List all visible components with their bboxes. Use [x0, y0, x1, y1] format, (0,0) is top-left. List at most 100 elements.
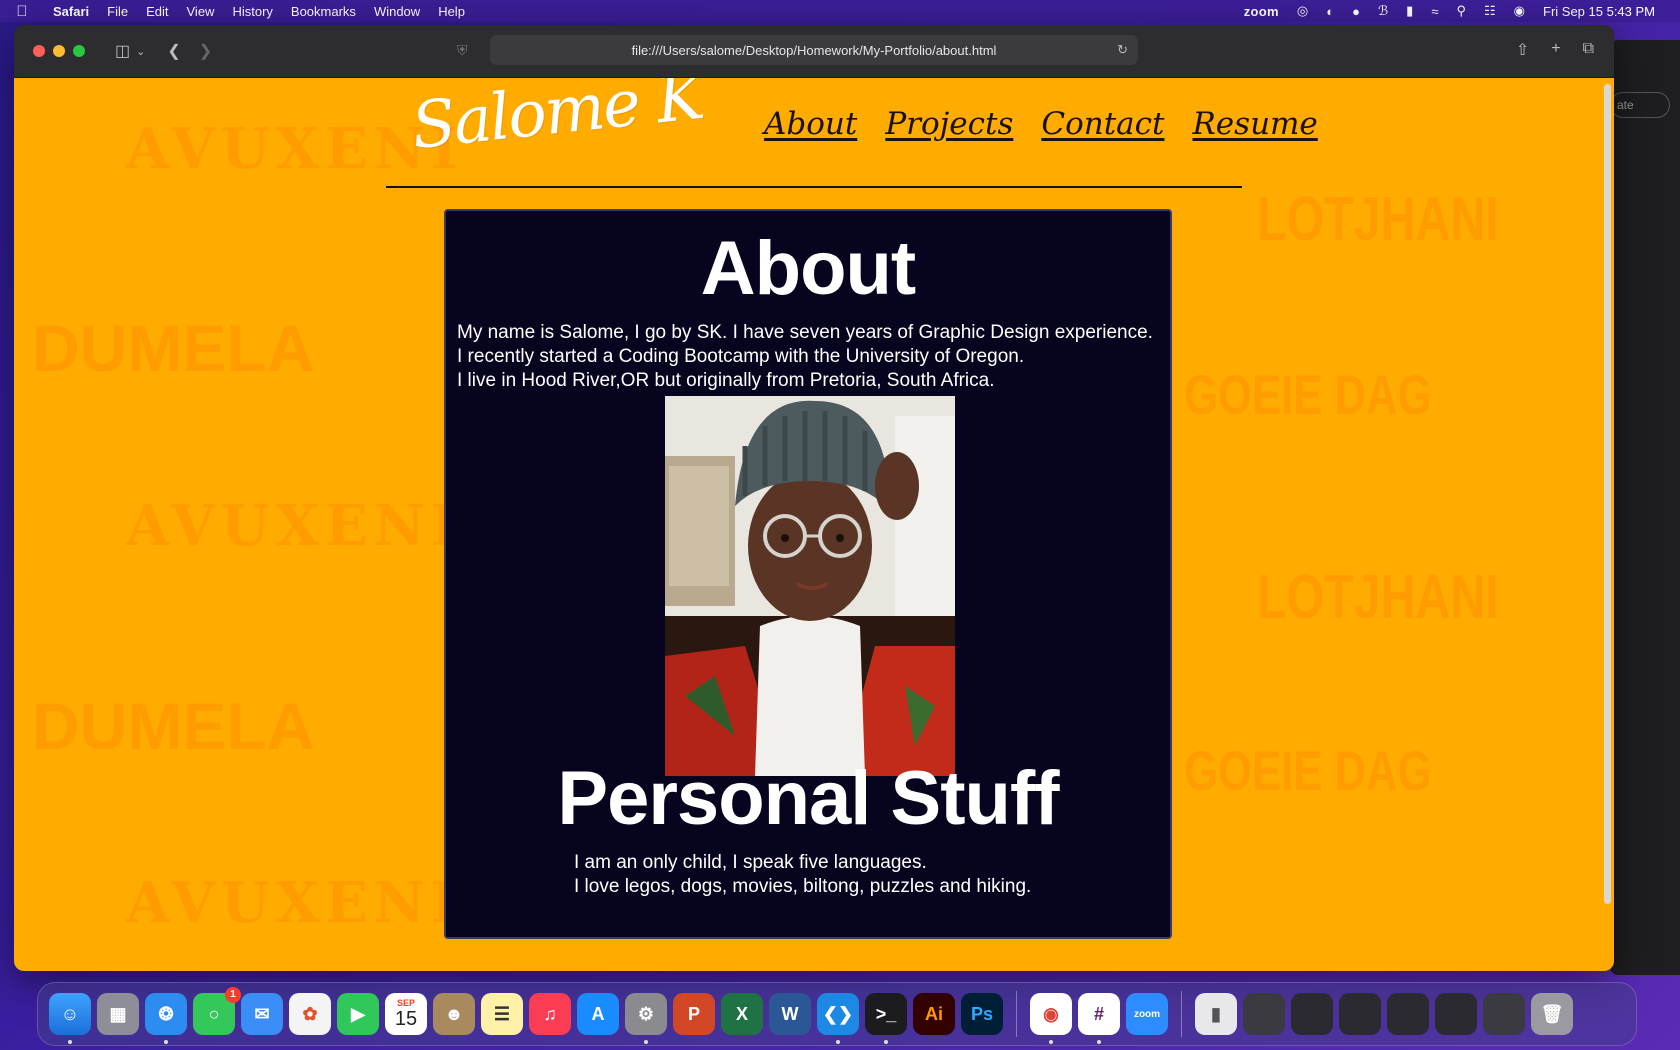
- focus-icon[interactable]: ◐: [1317, 4, 1343, 19]
- privacy-shield-icon[interactable]: ⛨: [457, 42, 468, 59]
- page-scrollbar[interactable]: [1604, 84, 1611, 904]
- facetime-icon[interactable]: ▶: [337, 993, 379, 1035]
- minimized-window-thumbnail[interactable]: [1483, 993, 1525, 1035]
- fullscreen-window-button[interactable]: [73, 45, 85, 57]
- trash-icon[interactable]: 🗑: [1531, 993, 1573, 1035]
- photos-icon[interactable]: ✿: [289, 993, 331, 1035]
- music-icon[interactable]: ♫: [529, 993, 571, 1035]
- contacts-icon[interactable]: ☻: [433, 993, 475, 1035]
- calendar-icon[interactable]: SEP 15: [385, 993, 427, 1035]
- site-logo[interactable]: Salome K: [408, 78, 706, 164]
- dock: ☺ ▦ ❂ ○ 1 ✉ ✿ ▶ SEP 15 ☻ ☰ ♫ A ⚙ P X W ❮❯…: [37, 982, 1637, 1046]
- nav-link-resume[interactable]: Resume: [1192, 106, 1317, 142]
- app-store-icon[interactable]: A: [577, 993, 619, 1035]
- menu-window[interactable]: Window: [365, 4, 429, 19]
- launchpad-icon[interactable]: ▦: [97, 993, 139, 1035]
- bluetooth-icon[interactable]: ℬ: [1369, 3, 1397, 19]
- toolbar-actions: ⇧ + ⧉: [1516, 40, 1594, 60]
- running-indicator: [644, 1040, 648, 1044]
- minimized-window-thumbnail[interactable]: [1243, 993, 1285, 1035]
- spotlight-search-icon[interactable]: ⚲: [1447, 3, 1475, 19]
- menu-app-name[interactable]: Safari: [44, 4, 98, 19]
- bg-word-goeie-dag: GOEIE DAG: [1184, 739, 1432, 802]
- minimized-window-thumbnail[interactable]: [1387, 993, 1429, 1035]
- back-icon[interactable]: ❮: [167, 41, 180, 61]
- battery-icon[interactable]: ▮: [1397, 3, 1422, 19]
- about-line: I live in Hood River,OR but originally f…: [457, 370, 995, 391]
- forward-icon[interactable]: ❯: [199, 41, 212, 61]
- powerpoint-icon[interactable]: P: [673, 993, 715, 1035]
- minimized-window-thumbnail[interactable]: [1291, 993, 1333, 1035]
- menu-help[interactable]: Help: [429, 4, 474, 19]
- dock-separator: [1016, 991, 1017, 1037]
- status-area: zoom ◎ ◐ ● ℬ ▮ ≈ ⚲ ☷ ◉ Fri Sep 15 5:43 P…: [1235, 3, 1680, 19]
- site-header: Salome K About Projects Contact Resume: [386, 78, 1318, 188]
- web-page: AVUXENI DUMELA AVUXENI DUMELA AVUXENI LO…: [14, 78, 1614, 971]
- nav-link-about[interactable]: About: [764, 106, 857, 142]
- header-divider: [386, 186, 1242, 188]
- wifi-icon[interactable]: ≈: [1422, 4, 1447, 19]
- menu-view[interactable]: View: [178, 4, 224, 19]
- slack-icon[interactable]: #: [1078, 993, 1120, 1044]
- nav-link-projects[interactable]: Projects: [885, 106, 1013, 142]
- bg-word-avuxeni: AVUXENI: [126, 493, 464, 559]
- personal-line: I love legos, dogs, movies, biltong, puz…: [574, 876, 1032, 897]
- close-window-button[interactable]: [33, 45, 45, 57]
- clock[interactable]: Fri Sep 15 5:43 PM: [1534, 4, 1664, 19]
- background-window-button[interactable]: ate: [1610, 92, 1670, 118]
- running-indicator: [1049, 1040, 1053, 1044]
- running-indicator: [836, 1040, 840, 1044]
- notification-icon[interactable]: ●: [1343, 4, 1369, 19]
- running-indicator: [1097, 1040, 1101, 1044]
- zoom-status[interactable]: zoom: [1235, 4, 1288, 19]
- new-tab-icon[interactable]: +: [1551, 40, 1560, 60]
- menu-file[interactable]: File: [98, 4, 137, 19]
- terminal-icon[interactable]: >_: [865, 993, 907, 1044]
- calendar-day: 15: [394, 1008, 418, 1030]
- apple-menu-icon[interactable]: : [0, 3, 44, 20]
- excel-icon[interactable]: X: [721, 993, 763, 1035]
- menu-history[interactable]: History: [223, 4, 281, 19]
- running-indicator: [68, 1040, 72, 1044]
- profile-photo: [665, 396, 955, 776]
- minimized-window-thumbnail[interactable]: [1339, 993, 1381, 1035]
- reload-icon[interactable]: ↻: [1117, 42, 1128, 58]
- finder-icon[interactable]: ☺: [49, 993, 91, 1044]
- control-center-icon[interactable]: ☷: [1475, 3, 1505, 19]
- vscode-icon[interactable]: ❮❯: [817, 993, 859, 1044]
- safari-window: ◫ ⌄ ❮ ❯ ⛨ file:///Users/salome/Desktop/H…: [14, 25, 1614, 971]
- personal-text: I am an only child, I speak five languag…: [574, 851, 1031, 899]
- system-settings-icon[interactable]: ⚙: [625, 993, 667, 1044]
- minimize-window-button[interactable]: [53, 45, 65, 57]
- site-nav: About Projects Contact Resume: [764, 106, 1318, 142]
- about-text: My name is Salome, I go by SK. I have se…: [457, 321, 1153, 393]
- sidebar-toggle-icon[interactable]: ◫: [115, 41, 130, 61]
- downloads-stack-icon[interactable]: ▮: [1195, 993, 1237, 1035]
- bg-word-dumela: DUMELA: [32, 311, 315, 385]
- menu-bookmarks[interactable]: Bookmarks: [282, 4, 365, 19]
- url-text: file:///Users/salome/Desktop/Homework/My…: [631, 42, 997, 58]
- siri-icon[interactable]: ◉: [1505, 3, 1534, 19]
- share-icon[interactable]: ⇧: [1516, 40, 1529, 60]
- nav-link-contact[interactable]: Contact: [1041, 106, 1164, 142]
- tab-overview-icon[interactable]: ⧉: [1583, 40, 1594, 60]
- messages-badge: 1: [225, 987, 241, 1003]
- photoshop-icon[interactable]: Ps: [961, 993, 1003, 1035]
- illustrator-icon[interactable]: Ai: [913, 993, 955, 1035]
- messages-icon[interactable]: ○ 1: [193, 987, 241, 1035]
- chrome-icon[interactable]: ◉: [1030, 993, 1072, 1044]
- minimized-window-thumbnail[interactable]: [1435, 993, 1477, 1035]
- mail-icon[interactable]: ✉: [241, 993, 283, 1035]
- address-bar[interactable]: file:///Users/salome/Desktop/Homework/My…: [490, 35, 1138, 65]
- dock-separator: [1181, 991, 1182, 1037]
- menu-edit[interactable]: Edit: [137, 4, 177, 19]
- chevron-down-icon[interactable]: ⌄: [136, 45, 145, 58]
- creative-cloud-icon[interactable]: ◎: [1288, 3, 1317, 19]
- about-card: About My name is Salome, I go by SK. I h…: [444, 209, 1172, 939]
- word-icon[interactable]: W: [769, 993, 811, 1035]
- personal-heading: Personal Stuff: [557, 756, 1059, 841]
- zoom-icon[interactable]: zoom: [1126, 993, 1168, 1035]
- notes-icon[interactable]: ☰: [481, 993, 523, 1035]
- safari-icon[interactable]: ❂: [145, 993, 187, 1044]
- window-controls: [33, 45, 85, 57]
